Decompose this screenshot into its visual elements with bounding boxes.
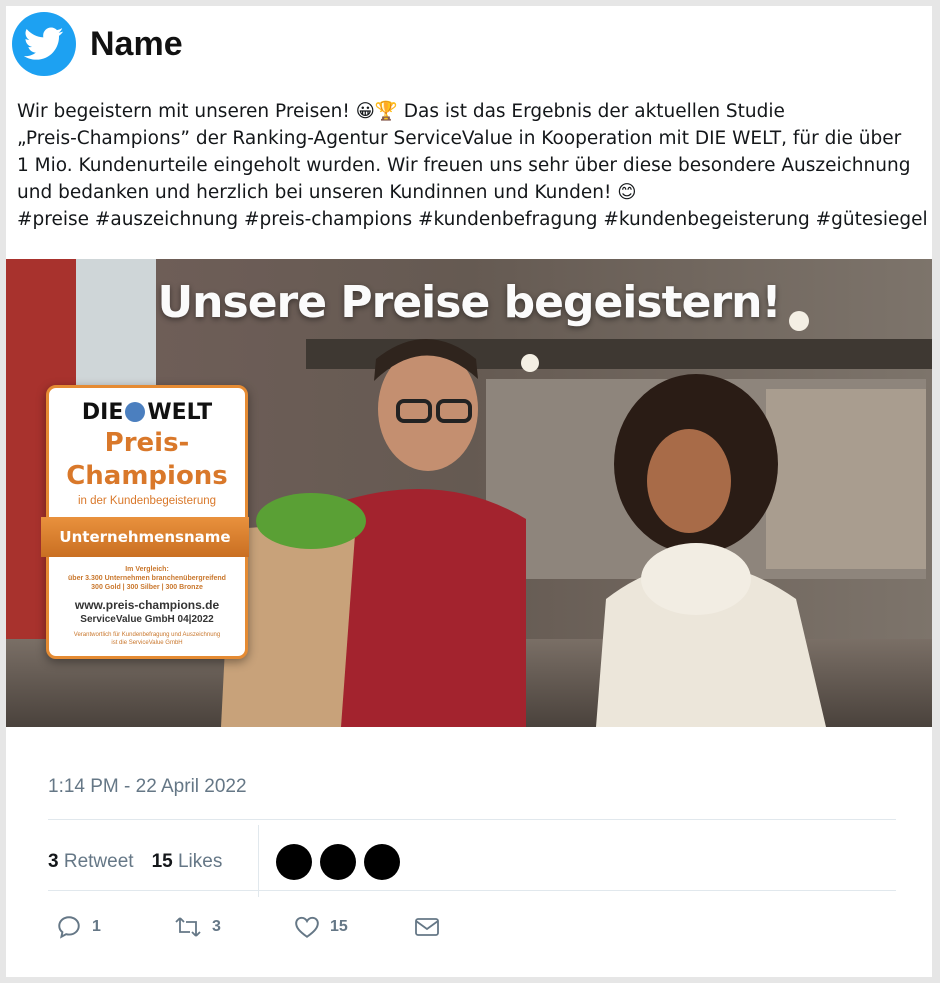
liker-avatars — [276, 844, 408, 880]
badge-servicevalue: ServiceValue GmbH 04|2022 — [80, 614, 214, 625]
award-badge: DIE WELT Preis- Champions in der Kundenbe… — [41, 385, 249, 659]
badge-footer: Verantwortlich für Kundenbefragung und A… — [49, 631, 245, 647]
tweet-timestamp[interactable]: 1:14 PM - 22 April 2022 — [48, 776, 247, 798]
media-headline: Unsere Preise begeistern! — [157, 277, 781, 328]
tweet-text: Wir begeistern mit unseren Preisen! 😀🏆 D… — [17, 98, 929, 233]
retweet-stat-label: Retweet — [63, 851, 134, 872]
like-button[interactable]: 15 — [294, 915, 414, 939]
badge-compare-line: über 3.300 Unternehmen branchenübergreif… — [68, 575, 226, 582]
tweet-text-line: und bedanken und herzlich bei unseren Ku… — [17, 182, 637, 203]
badge-compare: Im Vergleich: über 3.300 Unternehmen bra… — [49, 565, 245, 592]
badge-url: www.preis-champions.de — [74, 598, 220, 612]
retweet-count: 3 — [212, 918, 221, 935]
tweet-text-line: „Preis-Champions” der Ranking-Agentur Se… — [17, 128, 902, 149]
retweet-stat-count: 3 — [48, 851, 59, 872]
retweet-icon — [175, 917, 201, 937]
twitter-bird-icon[interactable] — [12, 12, 76, 76]
hashtags[interactable]: #preise #auszeichnung #preis-champions #… — [17, 206, 929, 233]
tweet-actions: 1 3 15 — [56, 914, 440, 940]
tweet-text-line: 1 Mio. Kundenurteile eingeholt wurden. W… — [17, 155, 911, 176]
badge-title-2: Champions — [66, 461, 228, 491]
message-button[interactable] — [414, 916, 440, 938]
like-count: 15 — [330, 918, 348, 935]
badge-footer-line: Verantwortlich für Kundenbefragung und A… — [73, 632, 221, 638]
message-icon — [415, 918, 439, 936]
tweet-header: Name — [12, 12, 183, 76]
reply-count: 1 — [92, 918, 101, 935]
tweet-card: Name Wir begeistern mit unseren Preisen!… — [6, 6, 932, 977]
retweet-stat[interactable]: 3 Retweet — [48, 851, 134, 873]
tweet-text-line: Wir begeistern mit unseren Preisen! 😀🏆 D… — [17, 101, 785, 122]
avatar[interactable] — [320, 844, 356, 880]
retweet-button[interactable]: 3 — [174, 915, 294, 939]
likes-stat-count: 15 — [151, 851, 173, 872]
tweet-stats: 3 Retweet 15 Likes — [48, 838, 240, 886]
globe-icon — [125, 402, 146, 422]
avatar[interactable] — [276, 844, 312, 880]
divider — [48, 819, 896, 820]
avatar[interactable] — [364, 844, 400, 880]
badge-title-1: Preis- — [104, 428, 190, 458]
badge-compare-line: Im Vergleich: — [125, 566, 169, 573]
badge-compare-line: 300 Gold | 300 Silber | 300 Bronze — [91, 584, 203, 591]
stats-separator — [258, 825, 259, 897]
tweet-media-image[interactable]: Unsere Preise begeistern! DIE WELT Preis-… — [6, 259, 932, 727]
like-icon — [295, 916, 319, 938]
reply-icon — [58, 916, 80, 939]
author-name[interactable]: Name — [90, 25, 183, 64]
likes-stat[interactable]: 15 Likes — [152, 851, 223, 873]
badge-footer-line: ist die ServiceValue GmbH — [111, 640, 183, 646]
badge-brand-right: WELT — [147, 400, 213, 425]
divider — [48, 890, 896, 891]
badge-brand: DIE WELT — [49, 400, 245, 425]
badge-brand-left: DIE — [81, 400, 124, 425]
reply-button[interactable]: 1 — [56, 914, 174, 940]
badge-ribbon: Unternehmensname — [41, 517, 249, 557]
likes-stat-label: Likes — [177, 851, 223, 872]
badge-subtitle: in der Kundenbegeisterung — [77, 495, 217, 507]
